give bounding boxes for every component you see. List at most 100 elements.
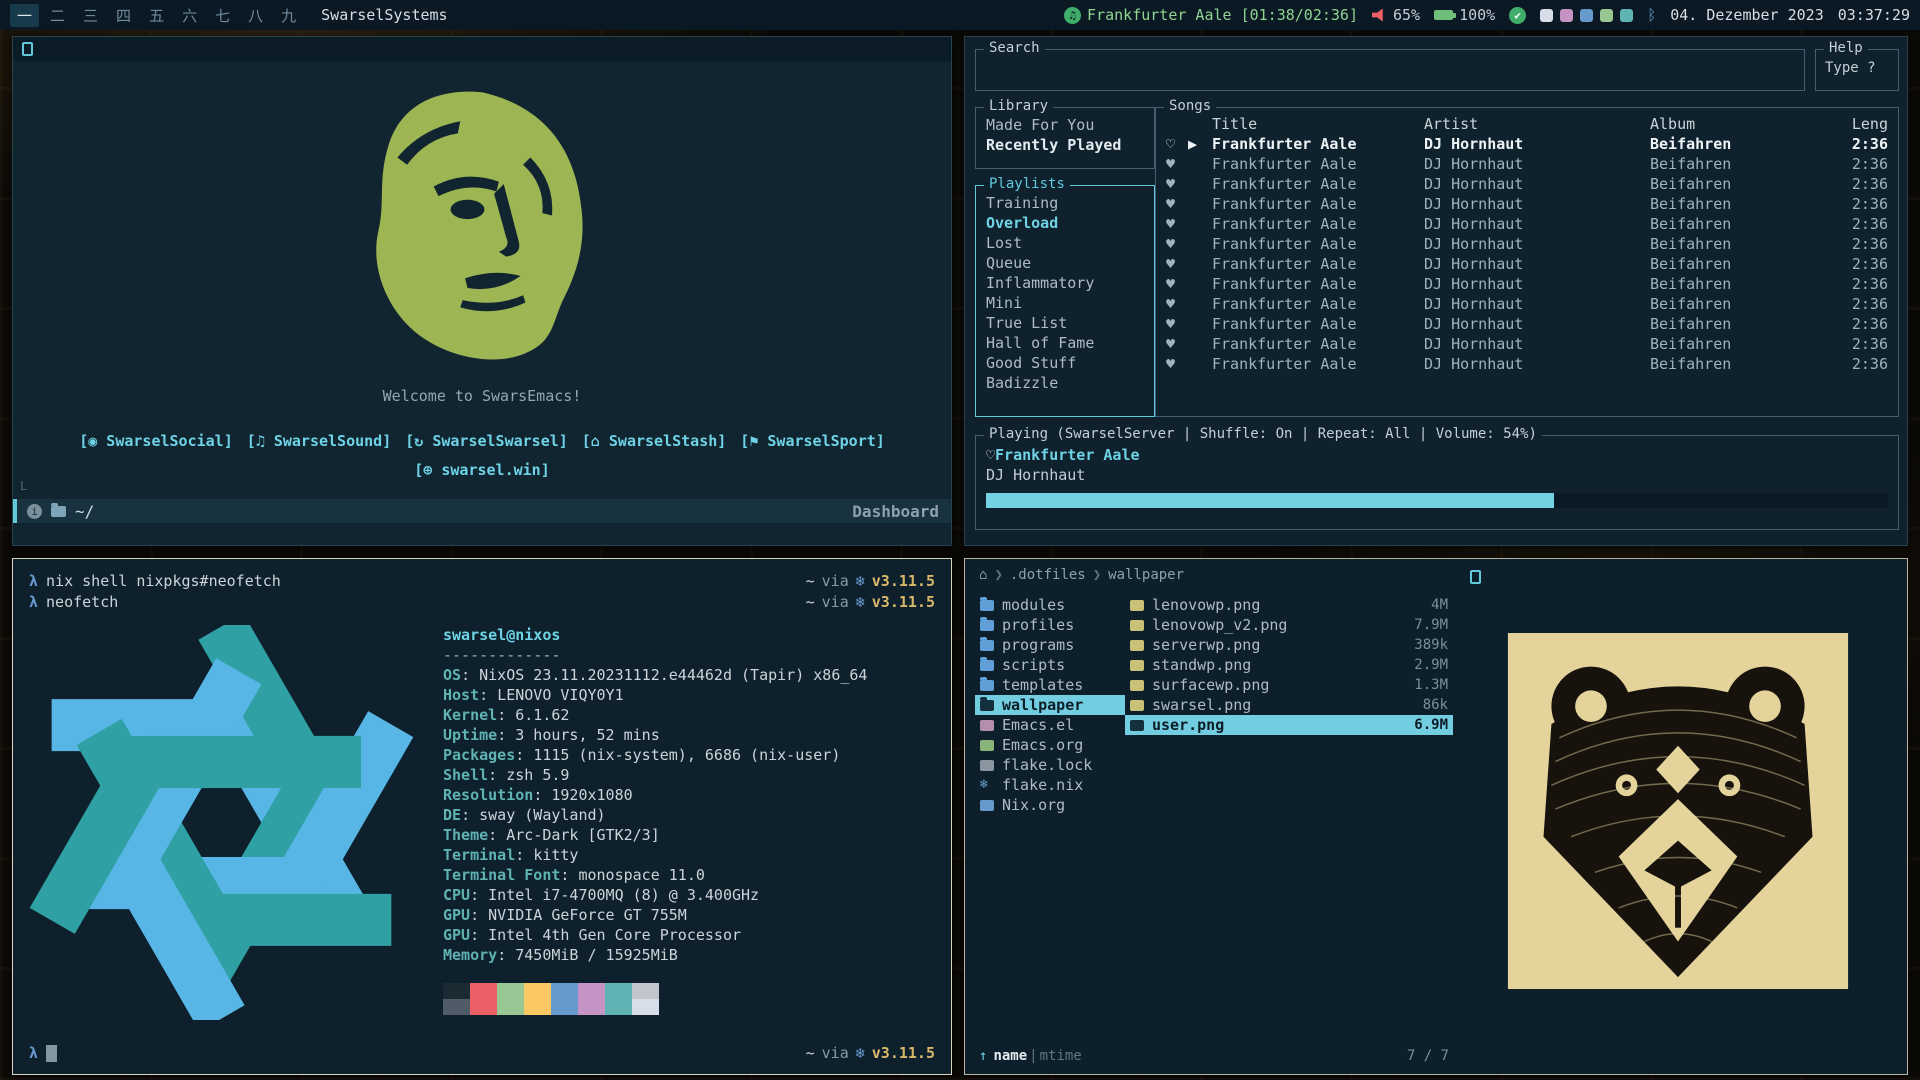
directory-item[interactable]: wallpaper [975, 695, 1125, 715]
song-row[interactable]: ♥ Frankfurter Aale DJ Hornhaut Beifahren… [1156, 174, 1898, 194]
now-playing-chip[interactable]: ♫ Frankfurter Aale [01:38/02:36] [1064, 6, 1358, 24]
favorite-icon[interactable]: ♥ [1166, 354, 1188, 374]
directory-item[interactable]: flake.lock [975, 755, 1125, 775]
dashboard-link[interactable]: [⌂ SwarselStash] [582, 432, 727, 450]
sort-direction-icon[interactable]: ↑ [979, 1048, 987, 1064]
directory-item[interactable]: modules [975, 595, 1125, 615]
song-row[interactable]: ♥ Frankfurter Aale DJ Hornhaut Beifahren… [1156, 354, 1898, 374]
playlist-item[interactable]: Good Stuff [986, 353, 1144, 373]
favorite-icon[interactable]: ♥ [1166, 274, 1188, 294]
dashboard-link[interactable]: [↻ SwarselSwarsel] [405, 432, 568, 450]
favorite-icon[interactable]: ♥ [1166, 314, 1188, 334]
dashboard-link[interactable]: [♫ SwarselSound] [247, 432, 392, 450]
playlist-item[interactable]: Overload [986, 213, 1144, 233]
home-icon[interactable]: ⌂ [979, 567, 987, 583]
info-value: 6.1.62 [515, 706, 569, 724]
directory-item[interactable]: templates [975, 675, 1125, 695]
song-row[interactable]: ♥ Frankfurter Aale DJ Hornhaut Beifahren… [1156, 294, 1898, 314]
terminal-window[interactable]: λ nix shell nixpkgs#neofetch ~via❄v3.11.… [12, 558, 952, 1075]
file-type-icon [1130, 640, 1144, 651]
file-item[interactable]: swarsel.png 86k [1125, 695, 1453, 715]
directory-item[interactable]: flake.nix [975, 775, 1125, 795]
directory-item[interactable]: Emacs.org [975, 735, 1125, 755]
bluetooth-icon[interactable]: ᛒ [1647, 6, 1656, 24]
dashboard-link[interactable]: [⊕ swarsel.win] [414, 461, 549, 479]
workspace-button[interactable]: 二 [43, 4, 72, 27]
library-item[interactable]: Made For You [986, 115, 1144, 135]
playlist-item[interactable]: Hall of Fame [986, 333, 1144, 353]
favorite-icon[interactable]: ♥ [1166, 334, 1188, 354]
tray-icon[interactable] [1620, 9, 1633, 22]
favorite-icon[interactable]: ♥ [1166, 154, 1188, 174]
tray-icon[interactable] [1600, 9, 1613, 22]
search-input[interactable]: Search [975, 49, 1805, 91]
breadcrumb-parent[interactable]: .dotfiles [1010, 567, 1086, 583]
song-row[interactable]: ♥ Frankfurter Aale DJ Hornhaut Beifahren… [1156, 334, 1898, 354]
entry-name: flake.nix [1002, 775, 1083, 795]
workspace-button[interactable]: 六 [175, 4, 204, 27]
progress-bar[interactable] [986, 493, 1888, 508]
workspace-button[interactable]: 七 [208, 4, 237, 27]
song-row[interactable]: ♥ Frankfurter Aale DJ Hornhaut Beifahren… [1156, 314, 1898, 334]
sort-primary[interactable]: name [993, 1048, 1027, 1064]
favorite-icon[interactable]: ♥ [1166, 194, 1188, 214]
battery-chip[interactable]: 100% [1434, 6, 1495, 24]
breadcrumb-current[interactable]: wallpaper [1108, 567, 1184, 583]
song-row[interactable]: ♥ Frankfurter Aale DJ Hornhaut Beifahren… [1156, 214, 1898, 234]
tab-indicator-icon[interactable] [1470, 570, 1481, 584]
favorite-icon[interactable]: ♥ [1166, 234, 1188, 254]
modeline-mode: Dashboard [852, 502, 939, 521]
dashboard-link[interactable]: [⚑ SwarselSport] [740, 432, 885, 450]
songs-box-title: Songs [1164, 98, 1216, 114]
workspace-button[interactable]: 九 [274, 4, 303, 27]
playlist-item[interactable]: Inflammatory [986, 273, 1144, 293]
file-item[interactable]: lenovowp_v2.png 7.9M [1125, 615, 1453, 635]
song-row[interactable]: ♥ Frankfurter Aale DJ Hornhaut Beifahren… [1156, 154, 1898, 174]
song-row[interactable]: ♥ Frankfurter Aale DJ Hornhaut Beifahren… [1156, 254, 1898, 274]
tray-icon[interactable] [1580, 9, 1593, 22]
workspace-button[interactable]: 四 [109, 4, 138, 27]
workspace-button[interactable]: 五 [142, 4, 171, 27]
playlist-item[interactable]: True List [986, 313, 1144, 333]
breadcrumb[interactable]: ⌂❯.dotfiles❯wallpaper [979, 567, 1184, 583]
favorite-icon[interactable]: ♥ [1166, 294, 1188, 314]
file-item[interactable]: lenovowp.png 4M [1125, 595, 1453, 615]
favorite-icon[interactable]: ♥ [1166, 214, 1188, 234]
dashboard-link[interactable]: [◉ SwarselSocial] [79, 432, 233, 450]
file-item[interactable]: standwp.png 2.9M [1125, 655, 1453, 675]
emacs-tab-icon[interactable] [22, 42, 33, 56]
favorite-icon[interactable]: ♡ [986, 446, 995, 464]
song-row[interactable]: ♥ Frankfurter Aale DJ Hornhaut Beifahren… [1156, 274, 1898, 294]
playlist-item[interactable]: Badizzle [986, 373, 1144, 393]
song-row[interactable]: ♡ ▶ Frankfurter Aale DJ Hornhaut Beifahr… [1156, 134, 1898, 154]
playlist-item[interactable]: Training [986, 193, 1144, 213]
playlist-item[interactable]: Queue [986, 253, 1144, 273]
info-label: Shell [443, 766, 506, 784]
tray-icon[interactable] [1560, 9, 1573, 22]
workspace-button[interactable]: 一 [10, 4, 39, 27]
library-item[interactable]: Recently Played [986, 135, 1144, 155]
favorite-icon[interactable]: ♡ [1166, 134, 1188, 154]
terminal-cursor[interactable] [46, 1045, 57, 1062]
playlist-item[interactable]: Lost [986, 233, 1144, 253]
tray-icon[interactable] [1540, 9, 1553, 22]
directory-item[interactable]: Nix.org [975, 795, 1125, 815]
directory-item[interactable]: Emacs.el [975, 715, 1125, 735]
favorite-icon[interactable]: ♥ [1166, 254, 1188, 274]
favorite-icon[interactable]: ♥ [1166, 174, 1188, 194]
file-item[interactable]: serverwp.png 389k [1125, 635, 1453, 655]
directory-item[interactable]: scripts [975, 655, 1125, 675]
workspace-button[interactable]: 八 [241, 4, 270, 27]
sort-secondary[interactable]: mtime [1040, 1048, 1082, 1064]
song-row[interactable]: ♥ Frankfurter Aale DJ Hornhaut Beifahren… [1156, 194, 1898, 214]
volume-chip[interactable]: 65% [1372, 6, 1420, 24]
workspace-button[interactable]: 三 [76, 4, 105, 27]
file-item[interactable]: surfacewp.png 1.3M [1125, 675, 1453, 695]
song-row[interactable]: ♥ Frankfurter Aale DJ Hornhaut Beifahren… [1156, 234, 1898, 254]
directory-item[interactable]: profiles [975, 615, 1125, 635]
directory-item[interactable]: programs [975, 635, 1125, 655]
playlist-item[interactable]: Mini [986, 293, 1144, 313]
status-ok-icon[interactable]: ✔ [1509, 7, 1526, 24]
file-item[interactable]: user.png 6.9M [1125, 715, 1453, 735]
song-title: Frankfurter Aale [1212, 154, 1424, 174]
